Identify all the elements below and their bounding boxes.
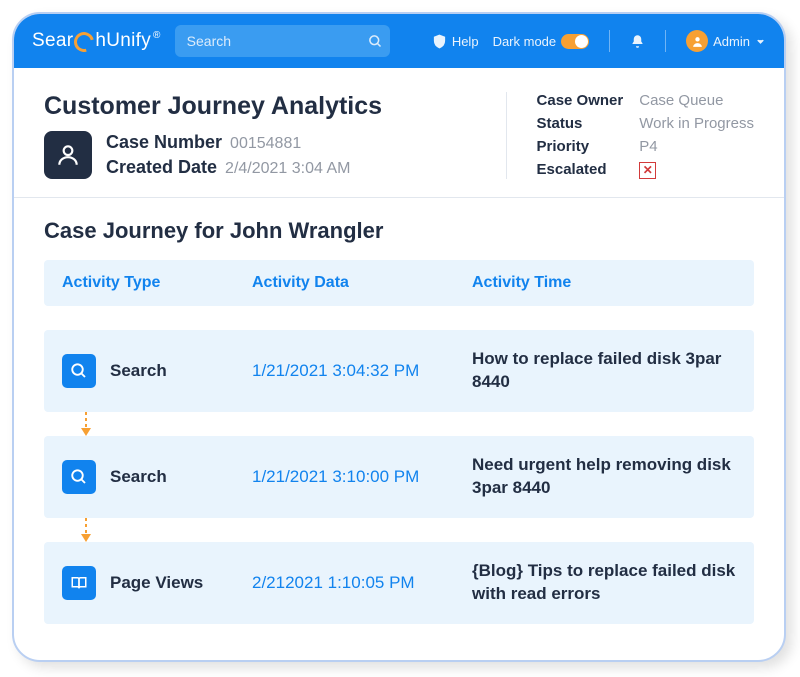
darkmode-toggle-group: Dark mode (493, 34, 590, 49)
bell-icon (630, 34, 645, 49)
case-header-right: Case Owner Case Queue Status Work in Pro… (506, 92, 754, 179)
escalated-value: ✕ (639, 161, 754, 179)
user-icon (691, 35, 704, 48)
connector-arrow (80, 518, 82, 542)
journey-title: Case Journey for John Wrangler (44, 218, 754, 244)
notifications-button[interactable] (630, 34, 645, 49)
activity-data: How to replace failed disk 3par 8440 (472, 348, 736, 394)
search-icon (62, 354, 96, 388)
activity-type: Search (110, 361, 167, 381)
priority-label: Priority (537, 138, 624, 155)
topbar-divider (609, 30, 610, 52)
journey-row: Search 1/21/2021 3:10:00 PM Need urgent … (44, 436, 754, 518)
search-icon (62, 460, 96, 494)
brand-pre: Sear (32, 30, 73, 52)
col-activity-type: Activity Type (62, 274, 242, 292)
user-menu[interactable]: Admin (686, 30, 766, 52)
activity-type: Page Views (110, 573, 203, 593)
chevron-down-icon (755, 36, 766, 47)
owner-label: Case Owner (537, 92, 624, 109)
search-input[interactable] (187, 33, 368, 49)
status-value: Work in Progress (639, 115, 754, 132)
brand-post: hUnify (95, 30, 151, 52)
user-label: Admin (713, 34, 750, 49)
avatar (686, 30, 708, 52)
case-header: Customer Journey Analytics Case Number 0… (14, 68, 784, 198)
status-label: Status (537, 115, 624, 132)
connector-arrow (80, 412, 82, 436)
search-box[interactable] (175, 25, 390, 57)
activity-data: {Blog} Tips to replace failed disk with … (472, 560, 736, 606)
case-summary: Case Number 00154881 Created Date 2/4/20… (44, 131, 506, 179)
person-icon (55, 142, 81, 168)
case-badge (44, 131, 92, 179)
brand-logo: Sear hUnify ® (32, 30, 161, 52)
created-date-label: Created Date (106, 157, 217, 178)
case-header-left: Customer Journey Analytics Case Number 0… (44, 92, 506, 179)
svg-text:?: ? (437, 39, 441, 46)
priority-value: P4 (639, 138, 754, 155)
journey-row: Search 1/21/2021 3:04:32 PM How to repla… (44, 330, 754, 412)
darkmode-label: Dark mode (493, 34, 557, 49)
activity-time: 1/21/2021 3:04:32 PM (252, 361, 462, 381)
activity-type: Search (110, 467, 167, 487)
col-activity-data: Activity Data (252, 274, 462, 292)
escalated-label: Escalated (537, 161, 624, 179)
activity-time: 2/212021 1:10:05 PM (252, 573, 462, 593)
page-title: Customer Journey Analytics (44, 92, 506, 121)
help-label: Help (452, 34, 479, 49)
journey-row: Page Views 2/212021 1:10:05 PM {Blog} Ti… (44, 542, 754, 624)
topbar-divider (665, 30, 666, 52)
owner-value: Case Queue (639, 92, 754, 109)
created-date-value: 2/4/2021 3:04 AM (225, 160, 350, 178)
brand-icon (71, 28, 98, 55)
book-icon (62, 566, 96, 600)
brand-trademark: ® (153, 30, 161, 41)
app-window: Sear hUnify ® ? Help Dark mode Admin (12, 12, 786, 662)
help-shield-icon: ? (432, 34, 447, 49)
activity-time: 1/21/2021 3:10:00 PM (252, 467, 462, 487)
search-icon (368, 34, 383, 49)
x-icon: ✕ (639, 162, 656, 179)
col-activity-time: Activity Time (472, 274, 736, 292)
activity-data: Need urgent help removing disk 3par 8440 (472, 454, 736, 500)
topbar: Sear hUnify ® ? Help Dark mode Admin (14, 14, 784, 68)
journey-section: Case Journey for John Wrangler Activity … (14, 198, 784, 660)
journey-table-header: Activity Type Activity Data Activity Tim… (44, 260, 754, 306)
help-button[interactable]: ? Help (432, 34, 479, 49)
case-number-label: Case Number (106, 132, 222, 153)
case-number-value: 00154881 (230, 135, 301, 153)
darkmode-toggle[interactable] (561, 34, 589, 49)
